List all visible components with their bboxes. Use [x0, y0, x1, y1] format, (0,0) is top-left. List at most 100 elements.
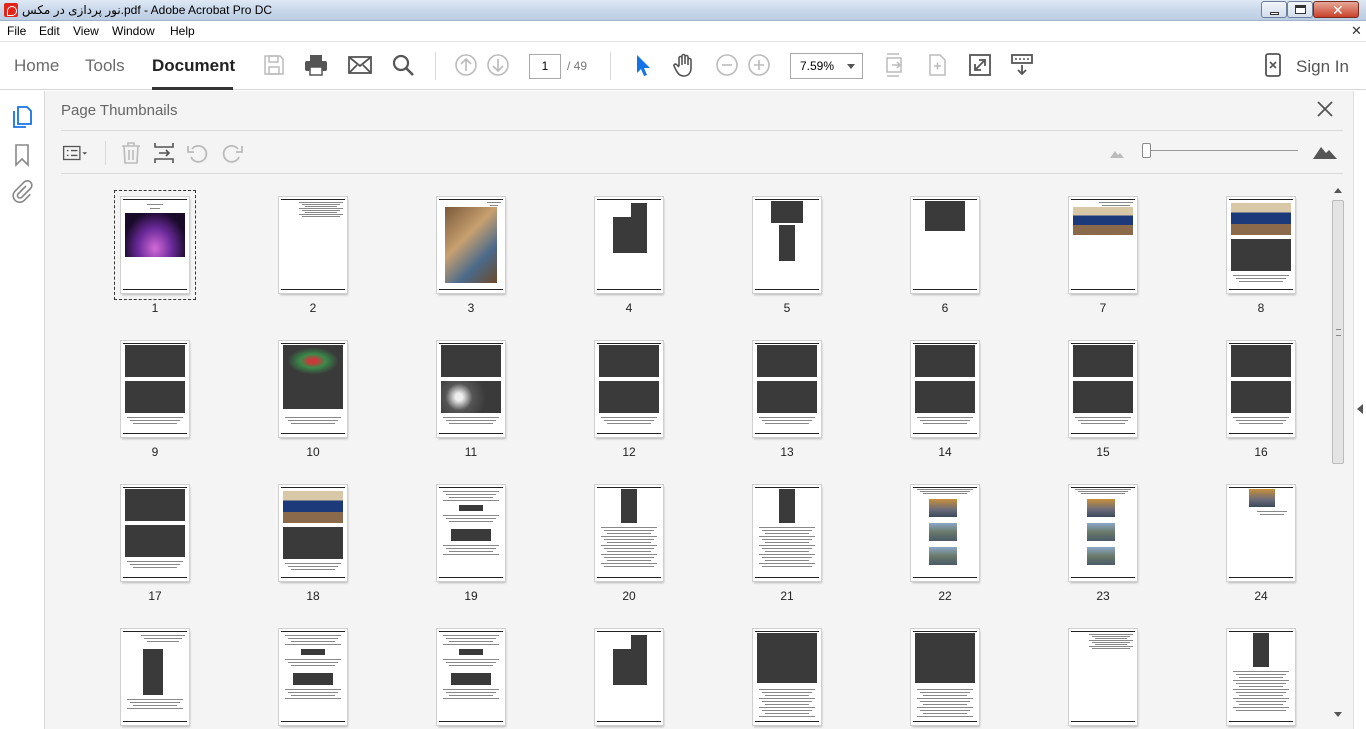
page-thumbnail[interactable]: 8: [1185, 175, 1333, 319]
page-thumbnail[interactable]: 25: [79, 607, 237, 729]
menu-window[interactable]: Window: [112, 24, 155, 38]
page-number-input[interactable]: 1: [529, 54, 561, 79]
close-panel-icon[interactable]: [1315, 99, 1335, 119]
options-menu-icon[interactable]: [62, 140, 88, 166]
page-thumbnail[interactable]: 3: [395, 175, 553, 319]
scroll-up-icon[interactable]: [1334, 188, 1342, 193]
page-thumbnail[interactable]: 31: [1027, 607, 1185, 729]
thumbnail-page[interactable]: [753, 485, 821, 581]
thumbnail-page[interactable]: [437, 485, 505, 581]
thumbnail-page[interactable]: [437, 197, 505, 293]
mobile-link-icon[interactable]: [1260, 52, 1286, 78]
page-thumbnail[interactable]: 13: [711, 319, 869, 463]
right-pane-toggle[interactable]: [1353, 91, 1366, 729]
thumbnail-page[interactable]: [595, 197, 663, 293]
page-thumbnail[interactable]: 2: [237, 175, 395, 319]
menu-view[interactable]: View: [73, 24, 99, 38]
rotate-ccw-icon[interactable]: [185, 140, 211, 166]
thumbnail-page[interactable]: [753, 197, 821, 293]
thumbnail-zoom-slider[interactable]: [1145, 150, 1298, 151]
minimize-button[interactable]: [1261, 1, 1287, 18]
thumbnail-page[interactable]: [1069, 485, 1137, 581]
full-screen-icon[interactable]: [967, 52, 993, 78]
page-thumbnail[interactable]: 4: [553, 175, 711, 319]
thumbnail-page[interactable]: [595, 341, 663, 437]
thumbnail-zoom-slider-handle[interactable]: [1142, 143, 1151, 158]
zoom-out-icon[interactable]: [714, 52, 740, 78]
page-thumbnail[interactable]: 29: [711, 607, 869, 729]
scroll-down-icon[interactable]: [1334, 712, 1342, 717]
thumbnail-page[interactable]: [1069, 197, 1137, 293]
page-thumbnail[interactable]: 20: [553, 463, 711, 607]
thumbnail-page[interactable]: [911, 341, 979, 437]
prev-page-icon[interactable]: [453, 52, 479, 78]
page-thumbnail[interactable]: 30: [869, 607, 1027, 729]
insert-pages-icon[interactable]: [151, 140, 177, 166]
bookmark-icon[interactable]: [11, 143, 33, 167]
thumbnail-page[interactable]: [1227, 341, 1295, 437]
menu-file[interactable]: File: [7, 24, 26, 38]
thumbnail-page[interactable]: [121, 629, 189, 725]
tab-tools[interactable]: Tools: [85, 56, 125, 76]
page-thumbnail[interactable]: 10: [237, 319, 395, 463]
menu-help[interactable]: Help: [170, 24, 195, 38]
thumbnail-page[interactable]: [753, 341, 821, 437]
page-thumbnail[interactable]: 32: [1185, 607, 1333, 729]
thumbnail-page[interactable]: [279, 197, 347, 293]
page-thumbnail[interactable]: 18: [237, 463, 395, 607]
thumbnail-page[interactable]: [1227, 197, 1295, 293]
menu-edit[interactable]: Edit: [39, 24, 60, 38]
thumbnail-page[interactable]: [121, 485, 189, 581]
page-thumbnail[interactable]: 28: [553, 607, 711, 729]
zoom-in-icon[interactable]: [746, 52, 772, 78]
thumbnail-page[interactable]: [1069, 629, 1137, 725]
thumbnail-page[interactable]: [911, 629, 979, 725]
thumbnail-page[interactable]: [1227, 629, 1295, 725]
close-document-icon[interactable]: ✕: [1351, 23, 1362, 39]
scrollbar-thumb[interactable]: [1332, 200, 1344, 464]
tab-document[interactable]: Document: [152, 56, 235, 76]
page-thumbnail[interactable]: 9: [79, 319, 237, 463]
thumbnail-page[interactable]: [595, 485, 663, 581]
maximize-button[interactable]: [1287, 1, 1313, 18]
save-icon[interactable]: [261, 52, 287, 78]
page-thumbnail[interactable]: 27: [395, 607, 553, 729]
hand-tool-icon[interactable]: [671, 52, 697, 78]
sign-in-link[interactable]: Sign In: [1296, 57, 1349, 77]
page-thumbnail[interactable]: 12: [553, 319, 711, 463]
print-icon[interactable]: [303, 52, 329, 78]
thumbnail-page[interactable]: [279, 629, 347, 725]
select-cursor-icon[interactable]: [629, 52, 655, 78]
fit-page-icon[interactable]: [881, 52, 907, 78]
page-thumbnail[interactable]: 7: [1027, 175, 1185, 319]
thumbnail-page[interactable]: [753, 629, 821, 725]
thumbnail-page[interactable]: [911, 197, 979, 293]
read-mode-icon[interactable]: [1009, 52, 1035, 78]
thumbnail-page[interactable]: [121, 341, 189, 437]
page-thumbnail[interactable]: 24: [1185, 463, 1333, 607]
page-thumbnail[interactable]: 19: [395, 463, 553, 607]
page-thumbnails-icon[interactable]: [11, 105, 33, 129]
next-page-icon[interactable]: [485, 52, 511, 78]
page-thumbnail[interactable]: 14: [869, 319, 1027, 463]
email-icon[interactable]: [347, 52, 373, 78]
thumbnail-page[interactable]: [1069, 341, 1137, 437]
tab-home[interactable]: Home: [14, 56, 59, 76]
chevron-left-icon[interactable]: [1357, 404, 1363, 414]
rotate-view-icon[interactable]: [924, 52, 950, 78]
thumbnail-page[interactable]: [437, 341, 505, 437]
close-window-button[interactable]: ✕: [1313, 1, 1359, 18]
thumbnail-page[interactable]: [1227, 485, 1295, 581]
thumbnail-page[interactable]: [121, 197, 189, 293]
page-thumbnail[interactable]: 23: [1027, 463, 1185, 607]
thumbnail-page[interactable]: [595, 629, 663, 725]
thumbnail-page[interactable]: [279, 341, 347, 437]
page-thumbnail[interactable]: 26: [237, 607, 395, 729]
page-thumbnail[interactable]: 15: [1027, 319, 1185, 463]
page-thumbnail[interactable]: 17: [79, 463, 237, 607]
attachment-icon[interactable]: [11, 179, 33, 203]
page-thumbnail[interactable]: 16: [1185, 319, 1333, 463]
thumbnail-page[interactable]: [911, 485, 979, 581]
page-thumbnail[interactable]: 5: [711, 175, 869, 319]
search-icon[interactable]: [390, 52, 416, 78]
